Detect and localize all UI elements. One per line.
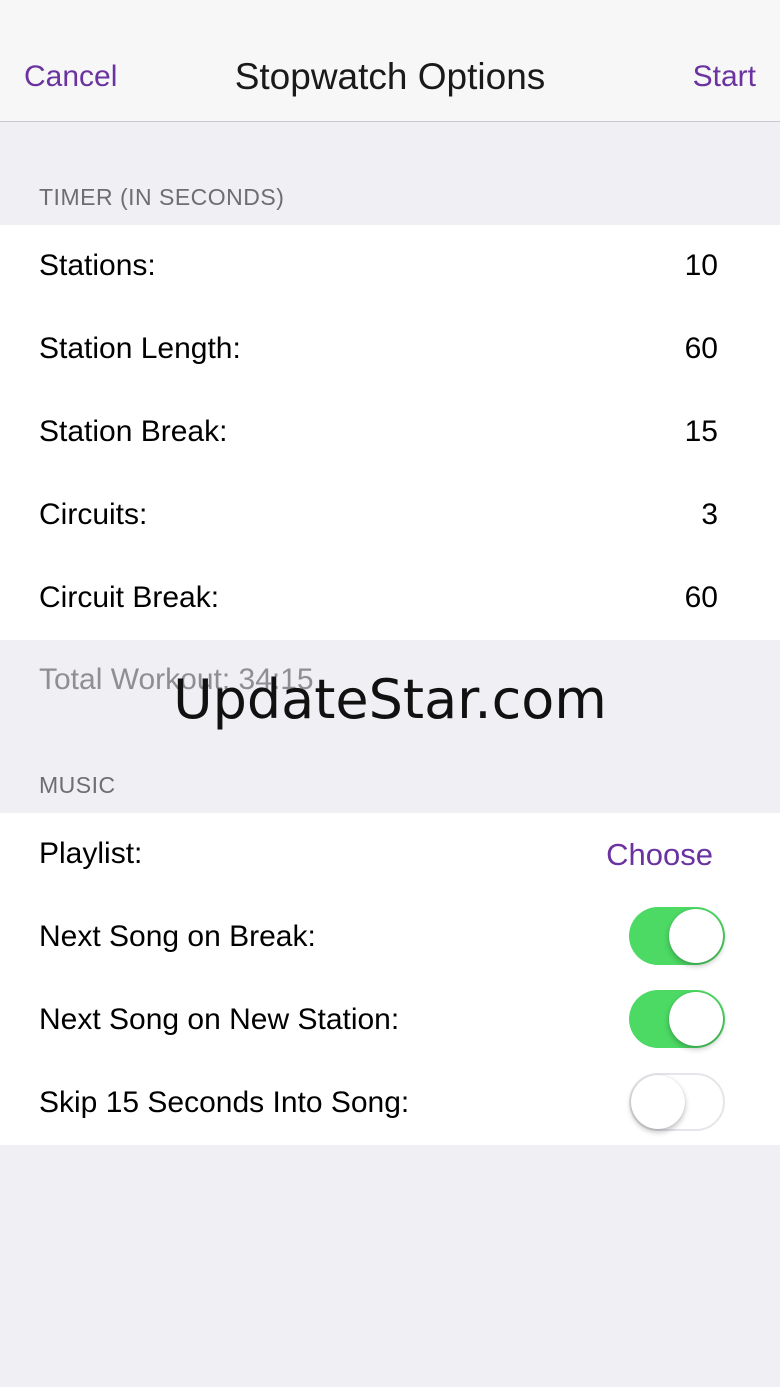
stations-row[interactable]: Stations: 10	[0, 225, 780, 308]
toggle-knob	[669, 992, 723, 1046]
circuits-label: Circuits:	[39, 498, 148, 531]
choose-playlist-button[interactable]: Choose	[606, 837, 713, 873]
circuits-row[interactable]: Circuits: 3	[0, 474, 780, 557]
stations-value[interactable]: 10	[685, 249, 718, 283]
next-song-on-new-station-toggle[interactable]	[629, 990, 725, 1048]
circuit-break-value[interactable]: 60	[685, 581, 718, 615]
playlist-row[interactable]: Playlist: Choose	[0, 813, 780, 896]
music-settings-group: Playlist: Choose Next Song on Break: Nex…	[0, 813, 780, 1145]
station-length-value[interactable]: 60	[685, 332, 718, 366]
circuit-break-row[interactable]: Circuit Break: 60	[0, 557, 780, 640]
navigation-bar: Cancel Stopwatch Options Start	[0, 0, 780, 122]
station-length-label: Station Length:	[39, 332, 241, 365]
music-section-header: MUSIC	[39, 772, 116, 798]
watermark-text: UpdateStar.com	[173, 668, 607, 731]
circuits-value[interactable]: 3	[701, 498, 718, 532]
next-song-on-new-station-row: Next Song on New Station:	[0, 979, 780, 1062]
next-song-on-break-label: Next Song on Break:	[39, 920, 316, 953]
playlist-label: Playlist:	[39, 837, 143, 870]
stations-label: Stations:	[39, 249, 156, 282]
toggle-knob	[631, 1075, 685, 1129]
skip-15-seconds-row: Skip 15 Seconds Into Song:	[0, 1062, 780, 1145]
skip-15-seconds-toggle[interactable]	[629, 1073, 725, 1131]
station-length-row[interactable]: Station Length: 60	[0, 308, 780, 391]
timer-section-header: TIMER (IN SECONDS)	[39, 184, 285, 210]
station-break-label: Station Break:	[39, 415, 228, 448]
next-song-on-new-station-label: Next Song on New Station:	[39, 1003, 400, 1036]
skip-15-seconds-label: Skip 15 Seconds Into Song:	[39, 1086, 410, 1119]
start-button[interactable]: Start	[693, 60, 756, 94]
page-title: Stopwatch Options	[234, 56, 546, 97]
station-break-row[interactable]: Station Break: 15	[0, 391, 780, 474]
timer-settings-group: Stations: 10 Station Length: 60 Station …	[0, 225, 780, 640]
station-break-value[interactable]: 15	[685, 415, 718, 449]
circuit-break-label: Circuit Break:	[39, 581, 220, 614]
next-song-on-break-row: Next Song on Break:	[0, 896, 780, 979]
next-song-on-break-toggle[interactable]	[629, 907, 725, 965]
toggle-knob	[669, 909, 723, 963]
